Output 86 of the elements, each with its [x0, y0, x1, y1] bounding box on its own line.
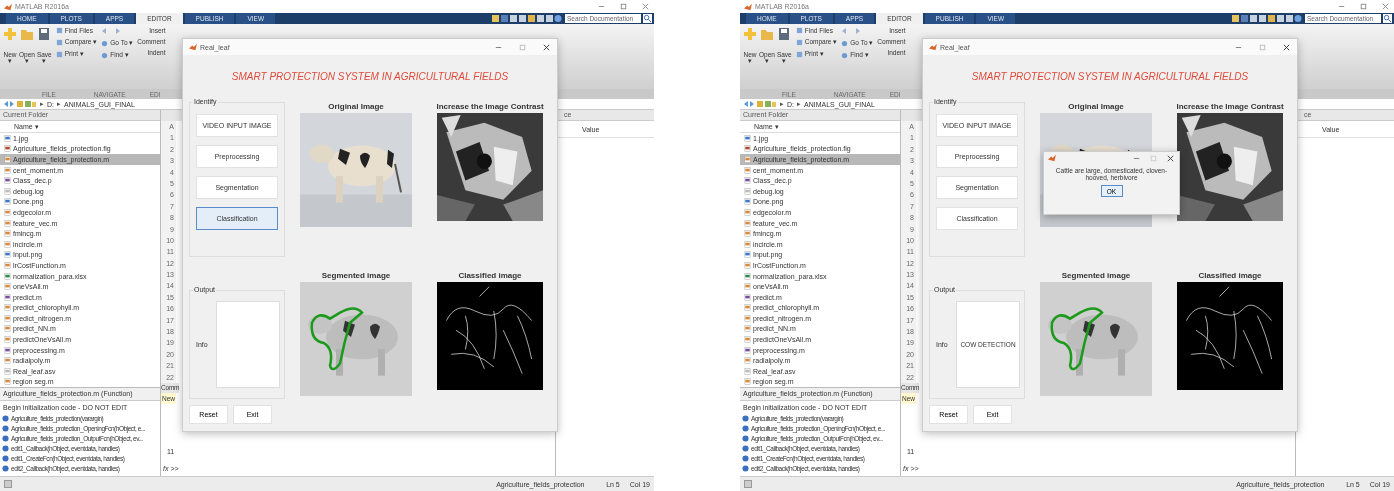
status-icon[interactable]	[4, 480, 12, 488]
search-icon[interactable]	[643, 14, 652, 23]
close-icon[interactable]	[1166, 153, 1175, 163]
file-icon	[4, 293, 11, 301]
file-icon	[4, 166, 11, 174]
navigation-arrows-icon[interactable]	[743, 100, 777, 108]
file-icon	[744, 346, 751, 354]
file-icon	[744, 261, 751, 269]
file-icon	[744, 357, 751, 365]
image-caption: Classified image	[1198, 271, 1262, 280]
restore-icon[interactable]	[619, 2, 628, 11]
image-caption: Increase the Image Contrast	[1176, 102, 1284, 111]
file-icon	[744, 198, 751, 206]
file-icon	[744, 304, 751, 312]
file-icon	[4, 272, 11, 280]
image-caption: Original Image	[328, 102, 384, 111]
info-field[interactable]	[216, 301, 280, 388]
close-icon[interactable]	[1282, 42, 1291, 52]
save-icon[interactable]	[37, 27, 52, 41]
maximize-icon[interactable]	[1149, 153, 1158, 163]
file-icon	[4, 230, 11, 238]
file-icon	[744, 156, 751, 163]
file-icon	[4, 367, 11, 375]
maximize-icon[interactable]	[518, 42, 527, 52]
file-icon	[4, 283, 11, 291]
quick-access-drawing[interactable]	[1232, 14, 1302, 23]
file-icon	[744, 219, 751, 227]
app-heading: SMART PROTECTION SYSTEM IN AGRICULTURAL FIELDS	[970, 71, 1250, 82]
back-forward-icon[interactable]	[841, 27, 862, 35]
file-icon	[4, 357, 11, 365]
matlab-logo-icon	[4, 2, 12, 11]
file-icon	[744, 336, 751, 344]
matlab-logo-icon	[1048, 154, 1056, 162]
file-icon	[4, 145, 11, 153]
file-icon	[4, 177, 11, 185]
maximize-icon[interactable]	[1258, 42, 1267, 52]
image-caption: Segmented image	[321, 271, 391, 280]
file-icon	[744, 251, 751, 259]
app-heading: SMART PROTECTION SYSTEM IN AGRICULTURAL FIELDS	[230, 71, 510, 82]
file-icon	[4, 336, 11, 344]
plus-icon[interactable]	[3, 27, 17, 41]
file-icon	[744, 208, 751, 216]
quick-access-drawing[interactable]	[492, 14, 562, 23]
file-icon	[4, 198, 11, 206]
file-icon	[744, 367, 751, 375]
matlab-logo-icon	[929, 43, 937, 51]
image-caption: Segmented image	[1061, 271, 1131, 280]
search-icon[interactable]	[1383, 14, 1392, 23]
file-icon	[4, 314, 11, 322]
file-icon	[4, 240, 11, 248]
file-icon	[744, 230, 751, 238]
close-icon[interactable]	[542, 42, 551, 52]
image-caption: Classified image	[458, 271, 522, 280]
file-icon	[744, 187, 751, 195]
file-icon	[4, 346, 11, 354]
file-icon	[4, 219, 11, 227]
file-icon	[744, 272, 751, 280]
file-icon	[744, 314, 751, 322]
save-icon[interactable]	[777, 27, 792, 41]
file-icon	[4, 251, 11, 259]
file-icon	[4, 304, 11, 312]
file-icon	[4, 187, 11, 195]
file-icon	[744, 240, 751, 248]
file-icon	[744, 378, 751, 386]
file-icon	[4, 134, 11, 142]
matlab-logo-icon	[744, 2, 752, 11]
file-icon	[4, 378, 11, 386]
matlab-logo-icon	[189, 43, 197, 51]
file-icon	[744, 166, 751, 174]
image-caption: Original Image	[1068, 102, 1124, 111]
file-icon	[744, 145, 751, 153]
file-icon	[744, 293, 751, 301]
back-forward-icon[interactable]	[101, 27, 122, 35]
file-icon	[4, 261, 11, 269]
file-icon	[744, 283, 751, 291]
file-icon	[744, 325, 751, 333]
file-icon	[744, 134, 751, 142]
file-icon	[744, 177, 751, 185]
file-icon	[4, 325, 11, 333]
status-icon[interactable]	[744, 480, 752, 488]
navigation-arrows-icon[interactable]	[3, 100, 37, 108]
restore-icon[interactable]	[1359, 2, 1368, 11]
file-icon	[4, 156, 11, 163]
file-icon	[4, 208, 11, 216]
image-caption: Increase the Image Contrast	[436, 102, 544, 111]
plus-icon[interactable]	[743, 27, 757, 41]
